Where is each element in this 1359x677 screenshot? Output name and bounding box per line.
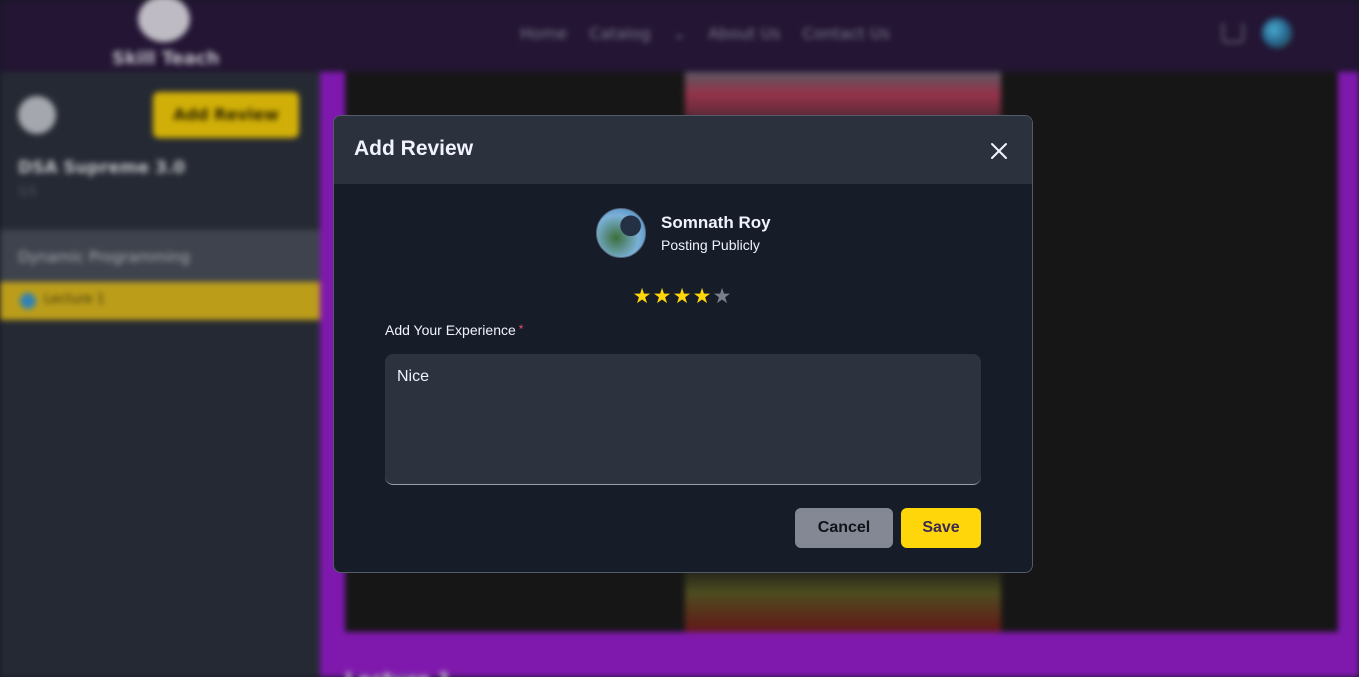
experience-textarea[interactable]: Nice	[385, 354, 981, 485]
close-icon[interactable]	[986, 138, 1012, 164]
experience-label: Add Your Experience *	[385, 322, 523, 338]
required-mark: *	[518, 322, 524, 336]
star-icon[interactable]: ★	[632, 286, 652, 307]
cancel-button[interactable]: Cancel	[795, 508, 893, 548]
star-rating: ★ ★ ★ ★ ★	[632, 286, 732, 307]
user-avatar	[596, 208, 646, 258]
posting-visibility: Posting Publicly	[661, 237, 760, 253]
user-name: Somnath Roy	[661, 213, 771, 232]
star-icon[interactable]: ★	[672, 286, 692, 307]
experience-label-text: Add Your Experience	[385, 322, 516, 338]
reviewer-info: Somnath Roy Posting Publicly	[596, 208, 771, 258]
star-icon[interactable]: ★	[652, 286, 672, 307]
add-review-modal: Add Review Somnath Roy Posting Publicly …	[333, 115, 1033, 573]
save-button[interactable]: Save	[901, 508, 981, 548]
star-icon[interactable]: ★	[692, 286, 712, 307]
modal-header: Add Review	[334, 116, 1032, 184]
modal-title: Add Review	[354, 137, 474, 160]
star-icon[interactable]: ★	[712, 286, 732, 307]
